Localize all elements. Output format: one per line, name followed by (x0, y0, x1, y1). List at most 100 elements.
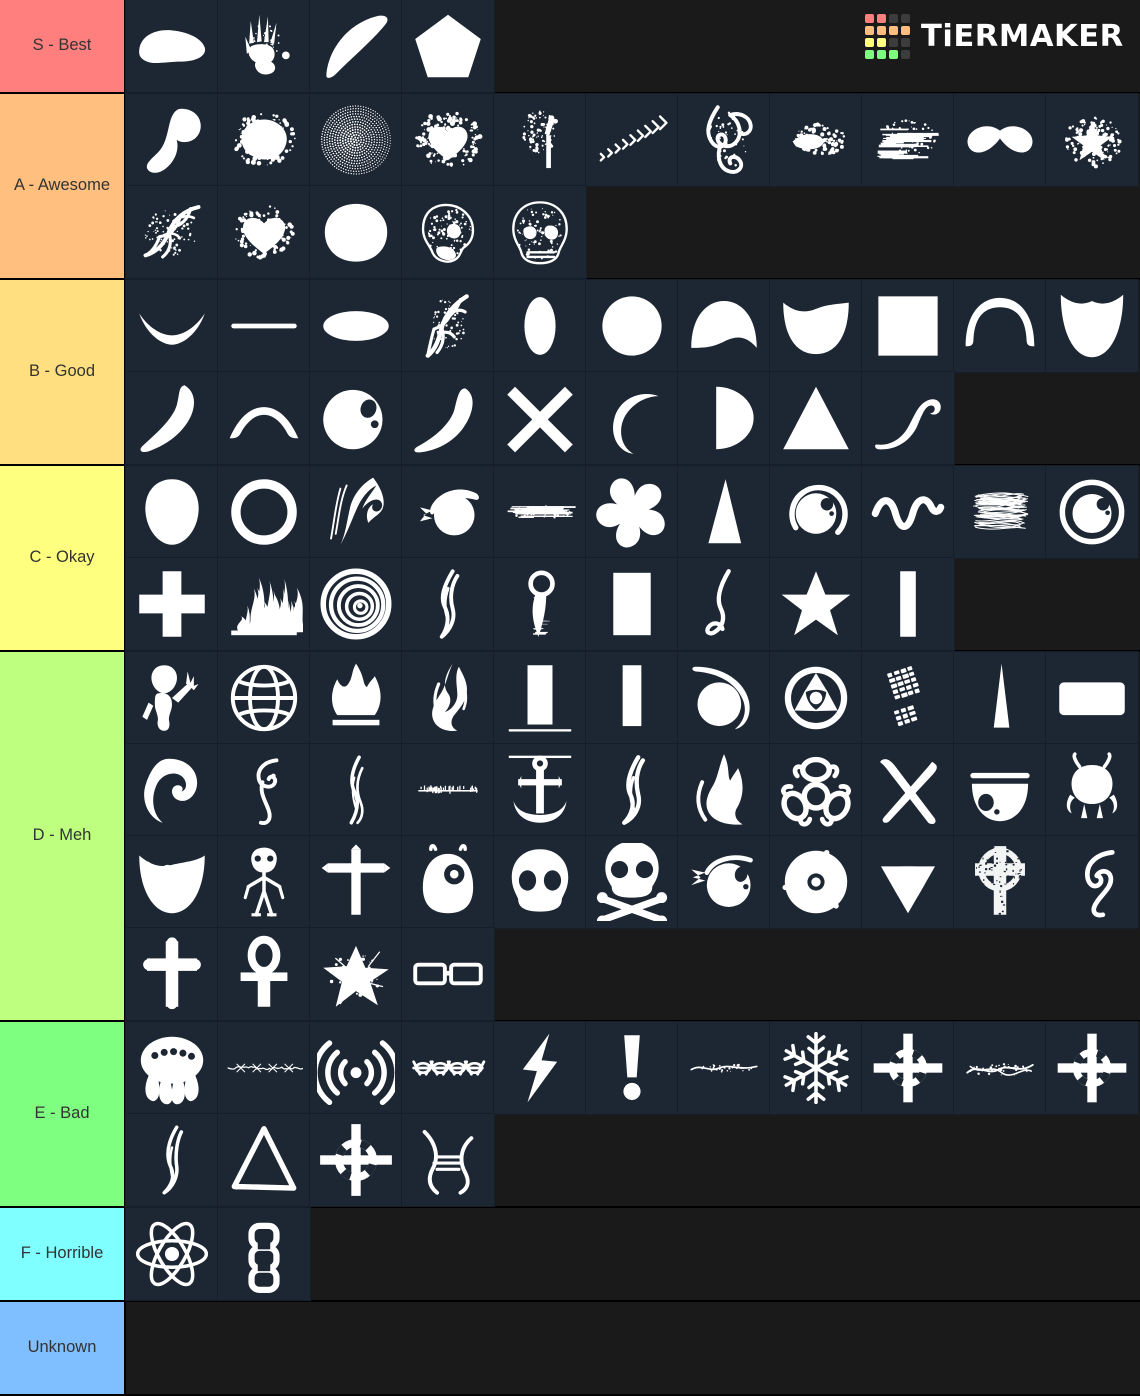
twisted-wire-icon[interactable] (954, 1022, 1046, 1114)
radiation-trefoil-icon[interactable] (862, 836, 954, 928)
cross-gravemarker-icon[interactable] (310, 836, 402, 928)
grunge-spray-icon[interactable] (770, 94, 862, 186)
tribal-flame-icon[interactable] (402, 652, 494, 744)
skull-side-profile-icon[interactable] (402, 186, 494, 278)
tier-label[interactable]: B - Good (0, 280, 126, 464)
boot-print-icon[interactable] (862, 652, 954, 744)
tier-items-dropzone[interactable] (126, 0, 1140, 92)
comet-swoosh-ball-icon[interactable] (678, 652, 770, 744)
ornate-filigree-knot-icon[interactable] (678, 94, 770, 186)
globe-grid-icon[interactable] (218, 652, 310, 744)
tier-label[interactable]: Unknown (0, 1302, 126, 1394)
alien-head-icon[interactable] (126, 466, 218, 558)
ankh-icon[interactable] (218, 928, 310, 1020)
sharp-spike-icon[interactable] (954, 652, 1046, 744)
splatter-heart-icon[interactable] (402, 94, 494, 186)
crescent-claw-icon[interactable] (310, 0, 402, 92)
tier-label[interactable]: C - Okay (0, 466, 126, 650)
three-blade-disc-icon[interactable] (770, 836, 862, 928)
alien-hooded-eye-icon[interactable] (402, 836, 494, 928)
ringed-eyeball-icon[interactable] (1046, 466, 1138, 558)
tier-label[interactable]: F - Horrible (0, 1208, 126, 1300)
rounded-rectangle-icon[interactable] (1046, 652, 1138, 744)
fire-grunge-bar-icon[interactable] (218, 558, 310, 650)
crosshair-target-icon[interactable] (862, 1022, 954, 1114)
rectangle-icon[interactable] (586, 558, 678, 650)
paint-ring-blob-icon[interactable] (310, 186, 402, 278)
s-curve-stroke-icon[interactable] (862, 372, 954, 464)
vertical-bar-icon[interactable] (862, 558, 954, 650)
flame-cluster-icon[interactable] (678, 744, 770, 836)
octopus-alien-icon[interactable] (126, 1022, 218, 1114)
eyeball-with-arc-icon[interactable] (770, 466, 862, 558)
tier-items-dropzone[interactable] (126, 652, 1140, 1020)
smoke-swirl-wisp-icon[interactable] (218, 744, 310, 836)
latin-cross-icon[interactable] (126, 928, 218, 1020)
scratched-lines-icon[interactable] (862, 94, 954, 186)
snowflake-icon[interactable] (770, 1022, 862, 1114)
chain-link-icon[interactable] (218, 1208, 310, 1300)
eye-bowl-half-icon[interactable] (954, 744, 1046, 836)
ellipse-icon[interactable] (310, 280, 402, 372)
mustache-icon[interactable] (954, 94, 1046, 186)
half-disc-icon[interactable] (678, 372, 770, 464)
thin-line-icon[interactable] (218, 280, 310, 372)
square-icon[interactable] (862, 280, 954, 372)
fine-grunge-strip-icon[interactable] (402, 744, 494, 836)
grunge-star-icon[interactable] (310, 928, 402, 1020)
skull-icon[interactable] (494, 836, 586, 928)
crescent-smile-icon[interactable] (126, 280, 218, 372)
barbed-wire-curl-icon[interactable] (402, 1114, 494, 1206)
halftone-sphere-icon[interactable] (310, 94, 402, 186)
comma-swirl-icon[interactable] (126, 94, 218, 186)
hook-tail-swirl-icon[interactable] (1046, 836, 1138, 928)
scratch-line-grunge-icon[interactable] (494, 466, 586, 558)
skull-front-grunge-icon[interactable] (494, 186, 586, 278)
tier-label[interactable]: S - Best (0, 0, 126, 92)
celtic-cross-icon[interactable] (954, 836, 1046, 928)
narrow-triangle-icon[interactable] (678, 466, 770, 558)
teardrop-hook-icon[interactable] (126, 372, 218, 464)
radiation-circle-icon[interactable] (770, 652, 862, 744)
tier-items-dropzone[interactable] (126, 94, 1140, 278)
toothed-mouth-bowl-icon[interactable] (126, 836, 218, 928)
spiral-hook-wave-icon[interactable] (126, 744, 218, 836)
tier-items-dropzone[interactable] (126, 1302, 1140, 1394)
floral-flourish-icon[interactable] (126, 186, 218, 278)
alien-waving-icon[interactable] (126, 652, 218, 744)
tier-items-dropzone[interactable] (126, 280, 1140, 464)
filigree-leaf-icon[interactable] (402, 280, 494, 372)
tier-items-dropzone[interactable] (126, 1022, 1140, 1206)
sunglasses-icon[interactable] (402, 928, 494, 1020)
circle-with-bubbles-icon[interactable] (310, 372, 402, 464)
atom-icon[interactable] (126, 1208, 218, 1300)
skull-and-crossbones-icon[interactable] (586, 836, 678, 928)
tier-items-dropzone[interactable] (126, 1208, 1140, 1300)
campfire-flame-icon[interactable] (310, 652, 402, 744)
squiggle-wave-icon[interactable] (862, 466, 954, 558)
star-five-point-icon[interactable] (770, 558, 862, 650)
paint-splatter-icon[interactable] (218, 94, 310, 186)
grunge-heart-outline-icon[interactable] (218, 186, 310, 278)
brush-x-cross-icon[interactable] (862, 744, 954, 836)
brush-triangle-icon[interactable] (218, 1114, 310, 1206)
fish-eye-swoosh-icon[interactable] (678, 836, 770, 928)
wave-cap-icon[interactable] (678, 280, 770, 372)
spiral-swirl-icon[interactable] (310, 558, 402, 650)
tier-label[interactable]: E - Bad (0, 1022, 126, 1206)
crosshair-target-2-icon[interactable] (1046, 1022, 1138, 1114)
smoke-trail-icon[interactable] (310, 744, 402, 836)
crescent-moon-icon[interactable] (586, 372, 678, 464)
brushed-scribble-patch-icon[interactable] (954, 466, 1046, 558)
small-flame-hook-icon[interactable] (678, 558, 770, 650)
chevron-trail-icon[interactable] (586, 94, 678, 186)
feather-flame-drop-icon[interactable] (494, 558, 586, 650)
barbed-wire-bold-icon[interactable] (402, 1022, 494, 1114)
comet-ball-icon[interactable] (402, 466, 494, 558)
tier-label[interactable]: A - Awesome (0, 94, 126, 278)
arc-bridge-icon[interactable] (218, 372, 310, 464)
wifi-signal-icon[interactable] (310, 1022, 402, 1114)
anchor-icon[interactable] (494, 744, 586, 836)
star-burst-spray-icon[interactable] (1046, 94, 1138, 186)
cup-shape-icon[interactable] (770, 280, 862, 372)
